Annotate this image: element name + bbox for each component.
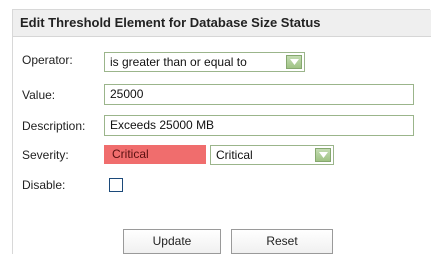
reset-button[interactable]: Reset — [231, 229, 333, 254]
value-label: Value: — [22, 88, 56, 102]
operator-dropdown-button[interactable] — [286, 55, 302, 69]
update-button[interactable]: Update — [123, 229, 221, 254]
disable-checkbox[interactable] — [109, 178, 123, 192]
chevron-down-icon — [290, 59, 299, 65]
operator-select-value: is greater than or equal to — [110, 55, 247, 69]
severity-dropdown-button[interactable] — [315, 148, 331, 162]
operator-label: Operator: — [22, 53, 73, 67]
value-input[interactable]: 25000 — [104, 84, 414, 105]
chevron-down-icon — [319, 152, 328, 158]
disable-label: Disable: — [22, 178, 66, 192]
description-input[interactable]: Exceeds 25000 MB — [104, 115, 414, 136]
severity-select[interactable]: Critical — [210, 145, 334, 165]
description-label: Description: — [22, 119, 86, 133]
severity-color-swatch: Critical — [104, 145, 206, 164]
severity-select-value: Critical — [216, 148, 253, 162]
operator-select[interactable]: is greater than or equal to — [104, 52, 305, 72]
dialog-title: Edit Threshold Element for Database Size… — [13, 10, 431, 37]
severity-label: Severity: — [22, 148, 69, 162]
